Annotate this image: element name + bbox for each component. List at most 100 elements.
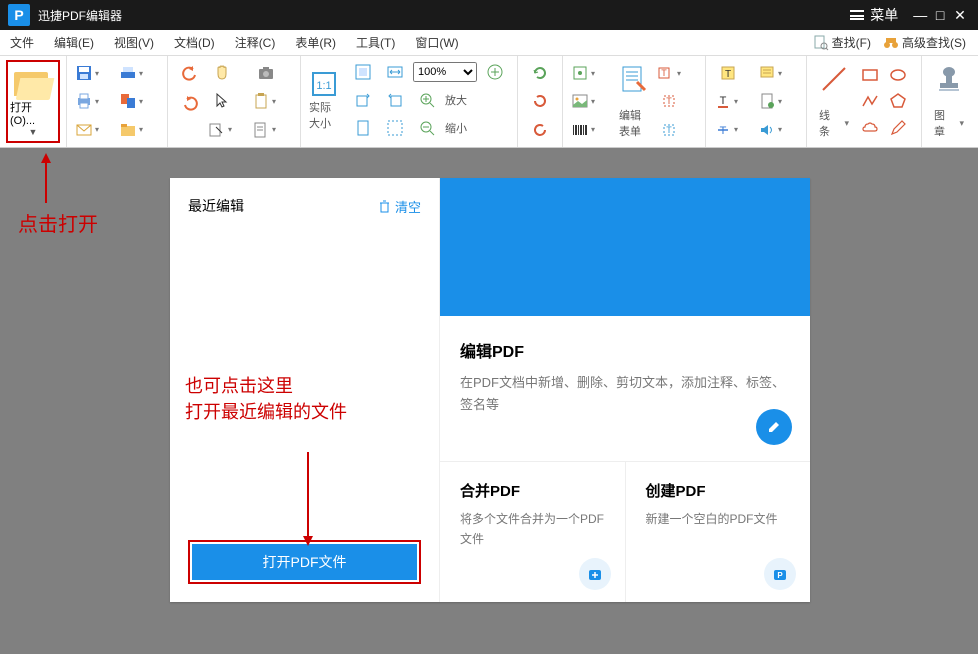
advanced-find-button[interactable]: 高级查找(S) [877,34,972,51]
svg-text:T: T [720,125,727,137]
svg-text:T: T [666,125,672,135]
fit-width-button[interactable] [381,60,409,84]
zoom-in-quick[interactable] [481,60,509,84]
menu-edit[interactable]: 编辑(E) [44,30,104,56]
pencil-tool[interactable] [887,117,909,139]
pdf-file-icon: P [772,566,788,582]
plus-icon [587,566,603,582]
close-button[interactable]: ✕ [952,7,968,24]
polygon-tool[interactable] [887,90,909,112]
link-tool[interactable] [571,62,611,84]
create-pdf-card[interactable]: 创建PDF 新建一个空白的PDF文件 P [626,462,811,602]
menubar: 文件 编辑(E) 视图(V) 文档(D) 注释(C) 表单(R) 工具(T) 窗… [0,30,978,56]
refresh-button[interactable] [526,62,554,84]
polyline-tool[interactable] [859,90,881,112]
actual-size-button[interactable]: 1:1 [309,69,339,99]
zoom-select[interactable]: 100% [413,62,477,82]
image-tool[interactable] [571,90,611,112]
menu-view[interactable]: 视图(V) [104,30,164,56]
menu-document[interactable]: 文档(D) [164,30,225,56]
zoom-out-button[interactable] [413,116,441,140]
refresh-icon [531,64,549,82]
eraser-tool[interactable] [972,62,978,86]
find-button[interactable]: 查找(F) [807,34,877,51]
menu-comment[interactable]: 注释(C) [225,30,286,56]
minimize-button[interactable]: — [912,7,928,23]
menu-file[interactable]: 文件 [0,30,44,56]
actual-size-label: 实际大小 [309,99,339,131]
open-button[interactable]: 打开(O)... ▼ [6,60,60,143]
redo-button[interactable] [176,92,204,116]
fit-page-button[interactable] [349,60,377,84]
rotate-right-button[interactable] [381,88,409,112]
menu-window[interactable]: 窗口(W) [405,30,468,56]
print-button[interactable] [75,90,115,112]
edit-text-icon: T [657,64,675,82]
note-tool[interactable] [758,62,798,84]
underline-tool[interactable]: T [714,90,754,112]
barcode-tool[interactable] [571,119,611,141]
menu-form[interactable]: 表单(R) [285,30,346,56]
rectangle-icon [861,66,879,84]
merge-pdf-card[interactable]: 合并PDF 将多个文件合并为一个PDF文件 [440,462,626,602]
zoom-in-icon [418,91,436,109]
select-tool[interactable] [208,90,236,112]
circle-tool[interactable] [887,64,909,86]
clear-recent-link[interactable]: 清空 [378,197,421,216]
zoom-in-button[interactable] [413,88,441,112]
edit-pdf-action[interactable] [756,409,792,445]
edit-object-icon: T [662,92,680,110]
hamburger-menu[interactable]: 菜单 [850,5,898,25]
more-tools-button[interactable] [119,119,159,141]
scan-button[interactable] [119,62,159,84]
save-icon [75,64,93,82]
line-button[interactable] [819,64,849,94]
stamp-label: 图章 [934,107,953,139]
document-tool[interactable] [252,119,292,141]
clipboard-icon [252,92,270,110]
cycle-up-button[interactable] [526,119,554,141]
convert-icon [119,92,137,110]
cloud-icon [861,119,879,137]
snapshot-tool[interactable] [252,62,280,84]
fit-height-button[interactable] [349,116,377,140]
edit-object-tool[interactable]: T [657,90,685,112]
add-text-tool[interactable]: T [657,119,685,141]
cycle-down-button[interactable] [526,90,554,112]
recent-list [188,216,421,540]
stamp-button[interactable] [934,64,964,94]
edit-form-button[interactable] [619,64,649,94]
sound-tool[interactable] [758,119,798,141]
cloud-tool[interactable] [859,117,881,139]
folder-icon [119,121,137,139]
fit-page-icon [354,63,372,81]
email-button[interactable] [75,119,115,141]
clipboard-tool[interactable] [252,90,292,112]
hand-tool[interactable] [208,62,236,84]
stamp-icon [934,64,964,94]
save-button[interactable] [75,62,115,84]
rectangle-tool[interactable] [859,64,881,86]
rotate-left-button[interactable] [349,88,377,112]
maximize-button[interactable]: □ [932,7,948,23]
merge-pdf-action[interactable] [579,558,611,590]
email-icon [75,121,93,139]
menu-tools[interactable]: 工具(T) [346,30,405,56]
clear-icon [378,200,391,213]
fit-visible-button[interactable] [381,116,409,140]
selection-tool[interactable] [208,119,248,141]
create-pdf-action[interactable]: P [764,558,796,590]
convert-button[interactable] [119,90,159,112]
image-icon [571,92,589,110]
attach-tool[interactable] [758,90,798,112]
edit-text-tool[interactable]: T [657,62,697,84]
undo-button[interactable] [176,62,204,86]
open-pdf-button[interactable]: 打开PDF文件 [192,544,417,580]
merge-pdf-title: 合并PDF [460,480,605,501]
edit-pdf-card[interactable]: 编辑PDF 在PDF文档中新增、删除、剪切文本，添加注释、标签、签名等 [440,320,810,462]
strikeout-tool[interactable]: T [714,119,754,141]
polygon-icon [889,92,907,110]
highlight-tool[interactable]: T [714,62,742,84]
pencil-icon [766,419,782,435]
fit-width-icon [386,63,404,81]
